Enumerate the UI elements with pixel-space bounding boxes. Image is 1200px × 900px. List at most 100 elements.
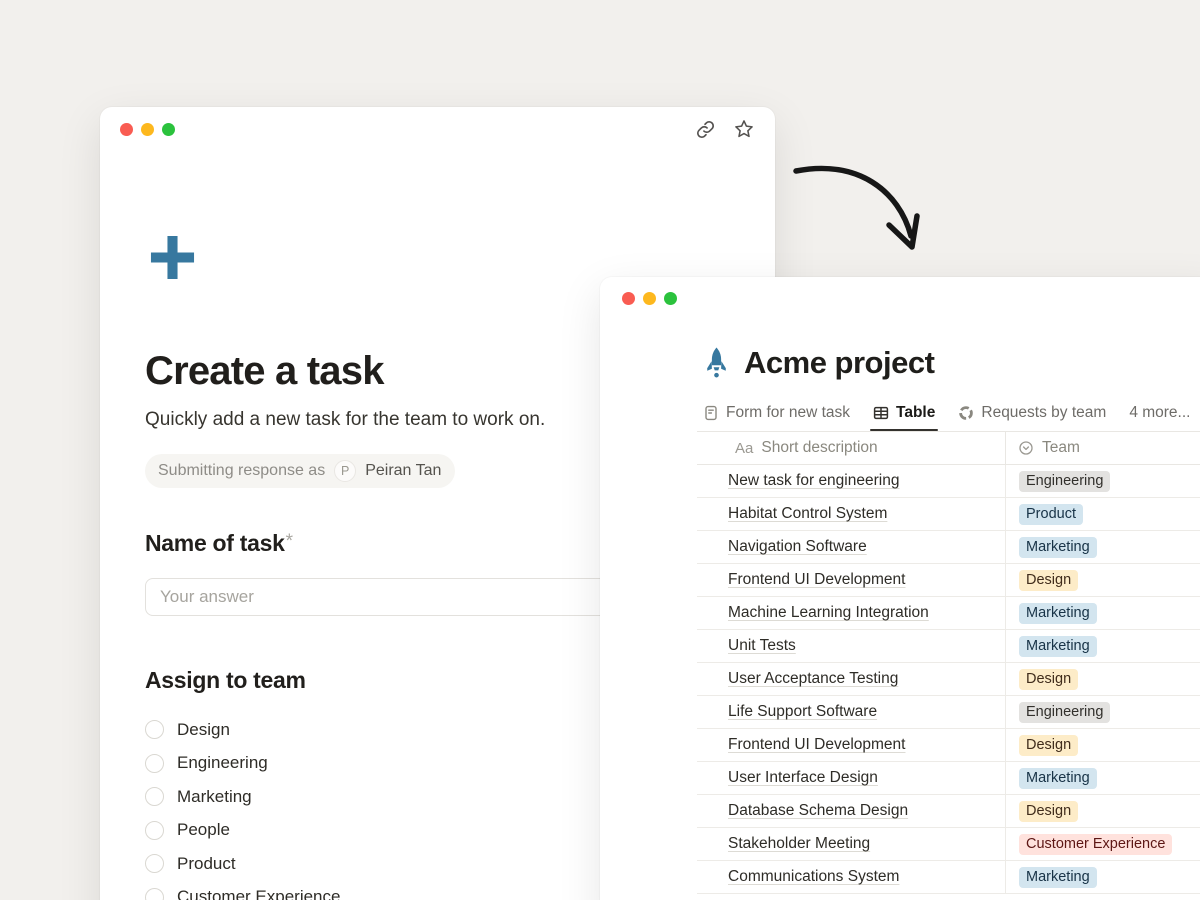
cell-team[interactable]: Marketing <box>1005 861 1200 893</box>
submitting-as-badge: Submitting response as P Peiran Tan <box>145 454 455 488</box>
radio-button[interactable] <box>145 720 164 739</box>
team-tag: Design <box>1019 735 1078 756</box>
radio-button[interactable] <box>145 821 164 840</box>
table-row[interactable]: Habitat Control System Product <box>697 498 1200 531</box>
task-title: New task for engineering <box>728 472 899 490</box>
cell-short-description[interactable]: User Interface Design <box>697 762 1005 794</box>
radio-button[interactable] <box>145 854 164 873</box>
option-label: Customer Experience <box>177 887 340 900</box>
table-row[interactable]: User Interface Design Marketing <box>697 762 1200 795</box>
cell-short-description[interactable]: Life Support Software <box>697 696 1005 728</box>
team-tag: Customer Experience <box>1019 834 1172 855</box>
task-title: Machine Learning Integration <box>728 604 929 622</box>
task-title: Life Support Software <box>728 703 877 721</box>
submitting-as-label: Submitting response as <box>158 462 325 480</box>
table-body: New task for engineering Engineering Habit… <box>697 465 1200 894</box>
task-title: Communications System <box>728 868 899 886</box>
cell-team[interactable]: Engineering <box>1005 465 1200 497</box>
cell-team[interactable]: Marketing <box>1005 630 1200 662</box>
table-row[interactable]: Frontend UI Development Design <box>697 564 1200 597</box>
radio-button[interactable] <box>145 754 164 773</box>
task-title: Frontend UI Development <box>728 571 905 589</box>
option-label: People <box>177 820 230 840</box>
cell-short-description[interactable]: Frontend UI Development <box>697 729 1005 761</box>
cell-team[interactable]: Customer Experience <box>1005 828 1200 860</box>
favorite-star-icon[interactable] <box>733 118 755 140</box>
cell-team[interactable]: Marketing <box>1005 762 1200 794</box>
table-row[interactable]: Life Support Software Engineering <box>697 696 1200 729</box>
task-title: Habitat Control System <box>728 505 887 523</box>
option-label: Engineering <box>177 753 268 773</box>
team-tag: Marketing <box>1019 537 1097 558</box>
submitter-name: Peiran Tan <box>365 462 441 480</box>
form-icon <box>703 405 719 421</box>
select-property-icon <box>1018 440 1034 456</box>
cell-team[interactable]: Design <box>1005 663 1200 695</box>
tab-more-views[interactable]: 4 more... <box>1129 398 1190 428</box>
cell-team[interactable]: Design <box>1005 795 1200 827</box>
table-row[interactable]: User Acceptance Testing Design <box>697 663 1200 696</box>
rocket-icon <box>703 347 730 380</box>
cell-team[interactable]: Design <box>1005 729 1200 761</box>
acme-project-window: Acme project Form for new task Table Req… <box>600 277 1200 900</box>
cell-short-description[interactable]: New task for engineering <box>697 465 1005 497</box>
team-tag: Marketing <box>1019 636 1097 657</box>
zoom-button[interactable] <box>162 123 175 136</box>
cell-short-description[interactable]: Machine Learning Integration <box>697 597 1005 629</box>
zoom-button[interactable] <box>664 292 677 305</box>
copy-link-icon[interactable] <box>695 119 716 140</box>
tab-table[interactable]: Table <box>873 398 935 428</box>
table-row[interactable]: Frontend UI Development Design <box>697 729 1200 762</box>
table-row[interactable]: New task for engineering Engineering <box>697 465 1200 498</box>
tab-requests-by-team[interactable]: Requests by team <box>958 398 1106 428</box>
task-title: Navigation Software <box>728 538 867 556</box>
table-header-row: Aa Short description Team <box>697 431 1200 465</box>
cell-short-description[interactable]: Stakeholder Meeting <box>697 828 1005 860</box>
team-tag: Marketing <box>1019 867 1097 888</box>
close-button[interactable] <box>120 123 133 136</box>
tab-form-for-new-task[interactable]: Form for new task <box>703 398 850 428</box>
table-row[interactable]: Database Schema Design Design <box>697 795 1200 828</box>
task-title: Database Schema Design <box>728 802 908 820</box>
table-row[interactable]: Communications System Marketing <box>697 861 1200 894</box>
cell-short-description[interactable]: Unit Tests <box>697 630 1005 662</box>
table-window-titlebar <box>600 277 1200 319</box>
team-tag: Marketing <box>1019 603 1097 624</box>
cell-short-description[interactable]: User Acceptance Testing <box>697 663 1005 695</box>
table-row[interactable]: Unit Tests Marketing <box>697 630 1200 663</box>
cell-short-description[interactable]: Navigation Software <box>697 531 1005 563</box>
table-row[interactable]: Navigation Software Marketing <box>697 531 1200 564</box>
team-tag: Design <box>1019 570 1078 591</box>
close-button[interactable] <box>622 292 635 305</box>
cell-team[interactable]: Marketing <box>1005 597 1200 629</box>
text-type-icon: Aa <box>735 440 753 457</box>
cell-short-description[interactable]: Communications System <box>697 861 1005 893</box>
table-row[interactable]: Machine Learning Integration Marketing <box>697 597 1200 630</box>
radio-button[interactable] <box>145 787 164 806</box>
donut-chart-icon <box>958 405 974 421</box>
cell-team[interactable]: Design <box>1005 564 1200 596</box>
option-label: Design <box>177 720 230 740</box>
window-controls <box>120 123 175 136</box>
radio-button[interactable] <box>145 888 164 900</box>
column-header-team[interactable]: Team <box>1005 432 1200 464</box>
view-tabs: Form for new task Table Requests by team… <box>600 398 1200 428</box>
cell-short-description[interactable]: Frontend UI Development <box>697 564 1005 596</box>
minimize-button[interactable] <box>643 292 656 305</box>
team-tag: Marketing <box>1019 768 1097 789</box>
task-title: User Acceptance Testing <box>728 670 898 688</box>
cell-team[interactable]: Marketing <box>1005 531 1200 563</box>
minimize-button[interactable] <box>141 123 154 136</box>
cell-short-description[interactable]: Habitat Control System <box>697 498 1005 530</box>
required-asterisk: * <box>286 531 293 552</box>
task-title: Frontend UI Development <box>728 736 905 754</box>
cell-team[interactable]: Product <box>1005 498 1200 530</box>
column-header-short-description[interactable]: Aa Short description <box>697 439 1005 457</box>
cell-short-description[interactable]: Database Schema Design <box>697 795 1005 827</box>
avatar: P <box>334 460 356 482</box>
cell-team[interactable]: Engineering <box>1005 696 1200 728</box>
team-tag: Engineering <box>1019 702 1110 723</box>
table-row[interactable]: Stakeholder Meeting Customer Experience <box>697 828 1200 861</box>
form-window-titlebar <box>100 107 775 151</box>
team-tag: Engineering <box>1019 471 1110 492</box>
